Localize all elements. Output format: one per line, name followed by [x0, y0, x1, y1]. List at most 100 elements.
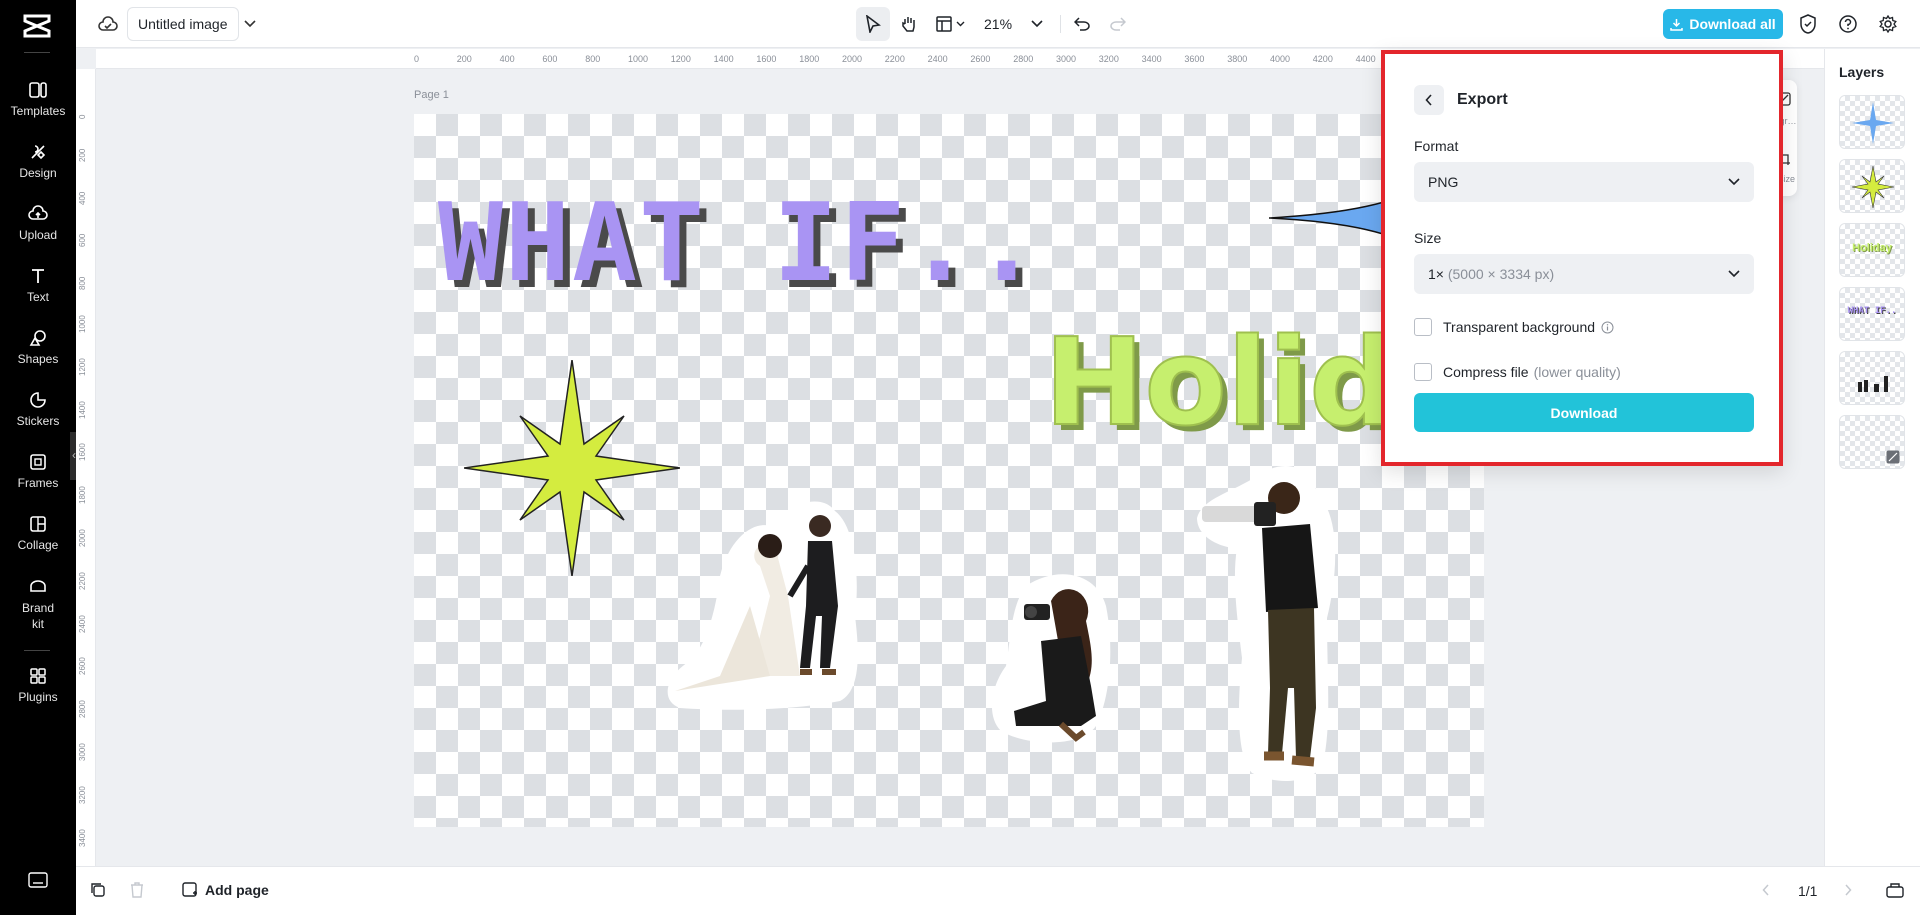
transparent-background-label: Transparent background — [1443, 319, 1595, 335]
top-bar: Untitled image 21% Download all — [76, 0, 1920, 48]
ruler-tick-label: 1800 — [78, 486, 87, 504]
shield-check-icon[interactable] — [1796, 12, 1820, 36]
sidebar-item-design[interactable]: Design — [0, 142, 76, 180]
ruler-tick-label: 800 — [585, 54, 600, 64]
delete-page-button[interactable] — [130, 882, 144, 903]
ruler-tick-label: 0 — [414, 54, 419, 64]
help-icon[interactable] — [1836, 12, 1860, 36]
sidebar-item-frames[interactable]: Frames — [0, 452, 76, 490]
ruler-tick-label: 3000 — [78, 743, 87, 761]
sidebar-item-brand-kit[interactable]: Brand kit — [0, 576, 76, 632]
format-select[interactable]: PNG — [1414, 162, 1754, 202]
page-manager-button[interactable] — [1886, 882, 1904, 903]
sidebar-item-templates[interactable]: Templates — [0, 80, 76, 118]
zoom-level[interactable]: 21% — [984, 16, 1012, 32]
capcut-logo-icon[interactable] — [22, 12, 52, 38]
ruler-tick-label: 200 — [78, 148, 87, 161]
next-page-button[interactable] — [1844, 883, 1852, 901]
toolbar-divider — [1060, 15, 1061, 33]
ruler-tick-label: 1400 — [78, 401, 87, 419]
page-counter: 1/1 — [1798, 883, 1817, 899]
ruler-tick-label: 400 — [78, 191, 87, 204]
ruler-tick-label: 2400 — [78, 615, 87, 633]
ruler-tick-label: 3000 — [1056, 54, 1076, 64]
compress-file-label: Compress file — [1443, 364, 1529, 380]
ruler-tick-label: 200 — [457, 54, 472, 64]
trash-icon — [130, 882, 144, 898]
download-all-button[interactable]: Download all — [1663, 9, 1783, 39]
sidebar-item-upload[interactable]: Upload — [0, 204, 76, 242]
chevron-down-icon[interactable] — [238, 12, 262, 36]
sidebar-item-label: Collage — [18, 538, 59, 552]
layout-tool-button[interactable] — [928, 7, 972, 41]
ruler-tick-label: 1200 — [78, 358, 87, 376]
sidebar-item-text[interactable]: Text — [0, 266, 76, 304]
layer-thumb-lime-star[interactable] — [1839, 159, 1905, 213]
ruler-tick-label: 2000 — [842, 54, 862, 64]
compress-file-option[interactable]: Compress file (lower quality) — [1414, 363, 1621, 381]
ruler-tick-label: 1000 — [628, 54, 648, 64]
layer-thumb-what-if-text[interactable]: WHAT IF.. — [1839, 287, 1905, 341]
standing-photographer-sticker[interactable] — [1192, 458, 1354, 786]
sidebar-item-label: Text — [27, 290, 49, 304]
export-back-button[interactable] — [1414, 85, 1444, 115]
ruler-tick-label: 3400 — [1142, 54, 1162, 64]
ruler-tick-label: 2400 — [928, 54, 948, 64]
sidebar-item-label: Stickers — [17, 414, 60, 428]
cursor-icon — [865, 15, 881, 33]
compress-file-checkbox[interactable] — [1414, 363, 1432, 381]
layer-thumb-background[interactable] — [1839, 415, 1905, 469]
layer-thumb-blue-star[interactable] — [1839, 95, 1905, 149]
document-title-field[interactable]: Untitled image — [127, 7, 239, 41]
info-icon[interactable] — [1601, 321, 1614, 334]
export-panel: Export Format PNG Size 1× (5000 × 3334 p… — [1381, 50, 1783, 466]
shapes-icon — [28, 328, 48, 348]
sidebar-item-label: Upload — [19, 228, 57, 242]
kneeling-photographer-sticker[interactable] — [986, 566, 1126, 748]
canvas-text-what-if[interactable]: WHAT IF.. — [438, 190, 1041, 298]
select-tool-button[interactable] — [856, 7, 890, 41]
layer-thumb-holiday-text[interactable]: Holiday — [1839, 223, 1905, 277]
size-dimensions: (5000 × 3334 px) — [1448, 266, 1554, 282]
keyboard-icon[interactable] — [28, 872, 48, 888]
ruler-tick-label: 0 — [78, 115, 87, 119]
ruler-tick-label: 2200 — [78, 572, 87, 590]
hand-icon — [900, 15, 918, 33]
layer-thumb-photos[interactable] — [1839, 351, 1905, 405]
download-button[interactable]: Download — [1414, 393, 1754, 432]
sidebar-item-label: Brand kit — [18, 600, 58, 632]
undo-button[interactable] — [1065, 7, 1099, 41]
ruler-tick-label: 1000 — [78, 315, 87, 333]
ruler-tick-label: 600 — [78, 234, 87, 247]
ruler-tick-label: 2800 — [1013, 54, 1033, 64]
couple-photo-sticker[interactable] — [660, 486, 900, 714]
export-title: Export — [1457, 91, 1508, 109]
redo-button[interactable] — [1101, 7, 1135, 41]
sidebar-item-plugins[interactable]: Plugins — [0, 666, 76, 704]
transparent-background-checkbox[interactable] — [1414, 318, 1432, 336]
artboard-canvas[interactable]: WHAT IF.. Holiday — [414, 114, 1484, 827]
ruler-tick-label: 600 — [542, 54, 557, 64]
sidebar-item-label: Frames — [18, 476, 59, 490]
photo-people-icon — [1840, 352, 1905, 405]
stickers-icon — [28, 390, 48, 410]
previous-page-button[interactable] — [1762, 883, 1770, 901]
sidebar-item-collage[interactable]: Collage — [0, 514, 76, 552]
sidebar-divider — [24, 52, 50, 53]
lime-star-sticker[interactable] — [464, 360, 680, 576]
sidebar-item-shapes[interactable]: Shapes — [0, 328, 76, 366]
transparent-background-option[interactable]: Transparent background — [1414, 318, 1614, 336]
layer-thumb-label: Holiday — [1840, 242, 1904, 254]
chevron-down-icon — [1728, 270, 1740, 278]
sidebar-item-stickers[interactable]: Stickers — [0, 390, 76, 428]
undo-icon — [1074, 17, 1090, 31]
duplicate-page-button[interactable] — [90, 882, 106, 903]
cloud-save-icon[interactable] — [96, 12, 120, 36]
zoom-dropdown-button[interactable] — [1020, 7, 1054, 41]
ruler-tick-label: 1400 — [714, 54, 734, 64]
add-page-button[interactable]: Add page — [182, 882, 269, 898]
size-select[interactable]: 1× (5000 × 3334 px) — [1414, 254, 1754, 294]
hand-tool-button[interactable] — [892, 7, 926, 41]
text-icon — [28, 266, 48, 286]
settings-gear-icon[interactable] — [1876, 12, 1900, 36]
